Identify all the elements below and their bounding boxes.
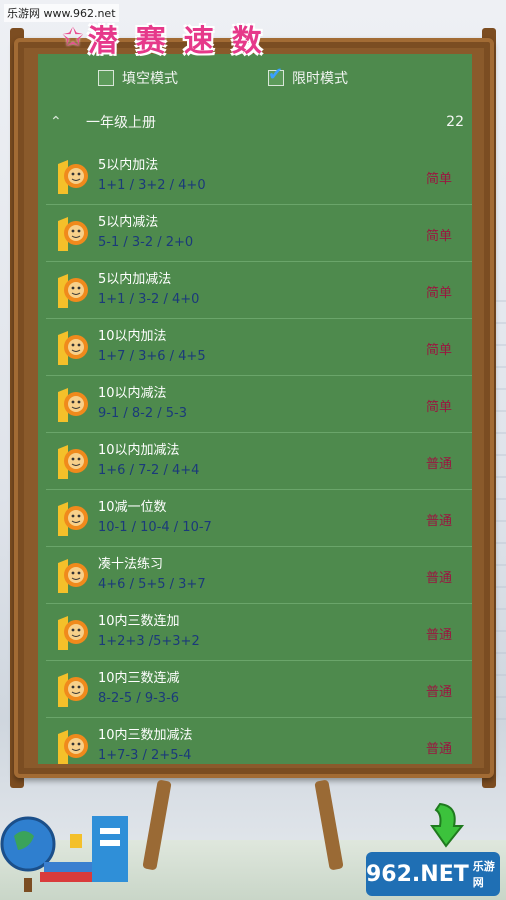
list-item[interactable]: 10内三数连减 8-2-5 / 9-3-6 普通 — [46, 661, 472, 718]
fill-blank-label: 填空模式 — [122, 71, 178, 87]
fill-blank-checkbox[interactable] — [98, 70, 114, 86]
exercise-title: 10内三数加减法 — [98, 728, 193, 743]
chevron-up-icon[interactable]: ⌃ — [50, 114, 66, 130]
difficulty-label: 普通 — [425, 628, 452, 643]
globe-and-books-icon — [0, 816, 128, 892]
exercise-title: 10减一位数 — [98, 500, 167, 515]
exercise-title: 10以内加减法 — [98, 443, 180, 458]
exercise-example: 1+7 / 3+6 / 4+5 — [98, 349, 206, 364]
number-one-mascot-icon — [58, 388, 88, 422]
exercise-title: 10内三数连减 — [98, 671, 180, 686]
list-item[interactable]: 10以内加法 1+7 / 3+6 / 4+5 简单 — [46, 319, 472, 376]
exercise-title: 5以内加减法 — [98, 272, 172, 287]
site-logo-sub: 乐游网 — [472, 860, 495, 889]
star-icon: ✩ — [62, 23, 84, 53]
exercise-example: 1+7-3 / 2+5-4 — [98, 748, 192, 763]
mode-toggle-row: 填空模式 限时模式 — [38, 62, 472, 96]
difficulty-label: 简单 — [425, 172, 452, 187]
list-item[interactable]: 10减一位数 10-1 / 10-4 / 10-7 普通 — [46, 490, 472, 547]
difficulty-label: 简单 — [425, 286, 452, 301]
list-item[interactable]: 5以内加法 1+1 / 3+2 / 4+0 简单 — [46, 148, 472, 205]
site-logo: 962.NET 乐游网 — [366, 852, 500, 896]
difficulty-label: 简单 — [425, 343, 452, 358]
exercise-title: 凑十法练习 — [98, 557, 164, 572]
list-item[interactable]: 10以内减法 9-1 / 8-2 / 5-3 简单 — [46, 376, 472, 433]
number-one-mascot-icon — [58, 673, 88, 707]
number-one-mascot-icon — [58, 559, 88, 593]
difficulty-label: 简单 — [425, 229, 452, 244]
grade-group-header[interactable]: ⌃ 一年级上册 22 — [38, 104, 472, 140]
difficulty-label: 简单 — [425, 400, 452, 415]
list-item[interactable]: 凑十法练习 4+6 / 5+5 / 3+7 普通 — [46, 547, 472, 604]
number-one-mascot-icon — [58, 217, 88, 251]
list-item[interactable]: 5以内减法 5-1 / 3-2 / 2+0 简单 — [46, 205, 472, 262]
difficulty-label: 普通 — [425, 514, 452, 529]
exercise-example: 1+1 / 3-2 / 4+0 — [98, 292, 200, 307]
difficulty-label: 普通 — [425, 457, 452, 472]
app-title: 潜赛速数 — [87, 24, 280, 59]
group-title: 一年级上册 — [86, 115, 156, 131]
exercise-example: 9-1 / 8-2 / 5-3 — [98, 406, 187, 421]
exercise-title: 5以内减法 — [98, 215, 159, 230]
exercise-list: 5以内加法 1+1 / 3+2 / 4+0 简单 5以内减法 5-1 / 3-2… — [46, 148, 472, 764]
number-one-mascot-icon — [58, 331, 88, 365]
exercise-example: 1+2+3 /5+3+2 — [98, 634, 200, 649]
exercise-example: 10-1 / 10-4 / 10-7 — [98, 520, 212, 535]
fill-blank-mode-toggle[interactable]: 填空模式 — [98, 68, 178, 88]
exercise-title: 5以内加法 — [98, 158, 159, 173]
exercise-example: 1+6 / 7-2 / 4+4 — [98, 463, 200, 478]
difficulty-label: 普通 — [425, 685, 452, 700]
exercise-example: 1+1 / 3+2 / 4+0 — [98, 178, 206, 193]
timed-label: 限时模式 — [292, 71, 348, 87]
list-item[interactable]: 5以内加减法 1+1 / 3-2 / 4+0 简单 — [46, 262, 472, 319]
group-count: 22 — [446, 114, 464, 130]
number-one-mascot-icon — [58, 502, 88, 536]
exercise-title: 10以内加法 — [98, 329, 167, 344]
exercise-example: 4+6 / 5+5 / 3+7 — [98, 577, 206, 592]
exercise-example: 5-1 / 3-2 / 2+0 — [98, 235, 194, 250]
chalkboard: 填空模式 限时模式 ⌃ 一年级上册 22 5以内加法 1+1 / 3+2 / 4… — [38, 54, 472, 764]
number-one-mascot-icon — [58, 274, 88, 308]
exercise-title: 10内三数连加 — [98, 614, 180, 629]
difficulty-label: 普通 — [425, 742, 452, 757]
number-one-mascot-icon — [58, 616, 88, 650]
next-arrow-icon[interactable] — [428, 800, 468, 848]
list-item[interactable]: 10内三数连加 1+2+3 /5+3+2 普通 — [46, 604, 472, 661]
app-header: ✩ 潜赛速数 — [62, 16, 280, 60]
exercise-title: 10以内减法 — [98, 386, 167, 401]
timed-mode-toggle[interactable]: 限时模式 — [268, 64, 348, 88]
timed-checkbox[interactable] — [268, 64, 284, 86]
site-logo-text: 962.NET — [366, 861, 469, 887]
difficulty-label: 普通 — [425, 571, 452, 586]
number-one-mascot-icon — [58, 730, 88, 764]
number-one-mascot-icon — [58, 445, 88, 479]
list-item[interactable]: 10内三数加减法 1+7-3 / 2+5-4 普通 — [46, 718, 472, 764]
number-one-mascot-icon — [58, 160, 88, 194]
site-watermark: 乐游网 www.962.net — [4, 4, 119, 22]
list-item[interactable]: 10以内加减法 1+6 / 7-2 / 4+4 普通 — [46, 433, 472, 490]
exercise-example: 8-2-5 / 9-3-6 — [98, 691, 180, 706]
